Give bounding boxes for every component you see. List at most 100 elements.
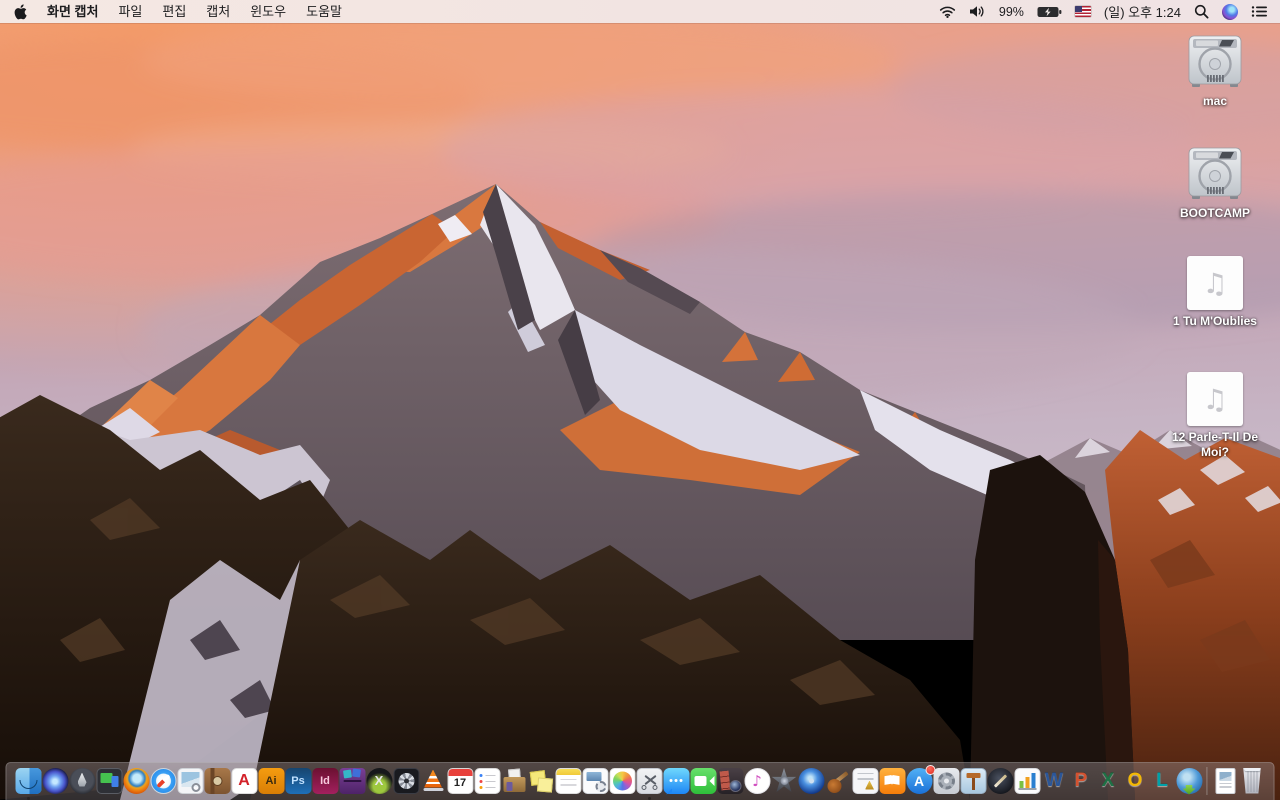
decor bbox=[212, 775, 222, 786]
dock-icon-photo-booth[interactable] bbox=[717, 767, 743, 794]
menu-app-name[interactable]: 화면 캡처 bbox=[37, 0, 108, 23]
dock-icon-archive-box[interactable] bbox=[501, 767, 527, 794]
decor bbox=[993, 773, 1007, 788]
dock-icon-outlook[interactable]: O bbox=[1122, 768, 1148, 794]
dock-icon-numbers[interactable] bbox=[1014, 767, 1040, 794]
dock-icon-globe-download[interactable] bbox=[1176, 767, 1202, 795]
decor: Ps bbox=[291, 774, 305, 787]
decor bbox=[1182, 784, 1196, 795]
dock-icon-illustrator[interactable]: Ai bbox=[258, 767, 284, 794]
decor bbox=[1251, 14, 1255, 17]
dock-icon-preview[interactable] bbox=[177, 767, 203, 794]
decor bbox=[1196, 40, 1218, 46]
dock-icon-script-doc[interactable] bbox=[582, 767, 608, 794]
desktop-icon-audio-2[interactable]: 12 Parle-T-Il De Moi? bbox=[1158, 372, 1272, 460]
decor bbox=[1243, 767, 1261, 794]
decor bbox=[506, 781, 512, 791]
dock-icon-disk-fan-utility[interactable] bbox=[393, 767, 419, 794]
notification-center-icon[interactable] bbox=[1251, 5, 1268, 18]
dock-icon-itunes[interactable]: ♪ bbox=[744, 767, 770, 794]
menu-file[interactable]: 파일 bbox=[108, 0, 152, 23]
menu-clock[interactable]: (일) 오후 1:24 bbox=[1104, 2, 1181, 21]
dock-icon-safari[interactable] bbox=[150, 767, 176, 794]
dock-icon-siri[interactable] bbox=[42, 767, 68, 794]
dock-icon-indesign[interactable]: Id bbox=[312, 767, 338, 794]
decor bbox=[339, 767, 365, 794]
dock-icon-calendar[interactable]: 17 bbox=[447, 767, 473, 794]
spotlight-search-icon[interactable] bbox=[1194, 4, 1209, 19]
dock-icon-acrobat-reader[interactable]: A bbox=[231, 767, 257, 794]
decor bbox=[690, 767, 716, 794]
keyboard-flag-us-icon[interactable] bbox=[1074, 6, 1091, 17]
decor bbox=[479, 773, 495, 777]
decor bbox=[780, 777, 788, 786]
dock-icon-reminders[interactable] bbox=[474, 767, 500, 794]
decor bbox=[1216, 75, 1218, 82]
apple-menu[interactable] bbox=[0, 3, 37, 20]
hard-drive-icon bbox=[1188, 35, 1242, 87]
decor bbox=[1251, 6, 1255, 9]
dock-icon-system-preferences[interactable] bbox=[933, 767, 959, 794]
dock-icon-lync[interactable]: L bbox=[1149, 768, 1175, 794]
menu-edit[interactable]: 편집 bbox=[152, 0, 196, 23]
decor bbox=[879, 767, 905, 794]
audio-file-icon bbox=[1187, 256, 1243, 310]
decor bbox=[1059, 9, 1062, 14]
dock-icon-garageband[interactable] bbox=[825, 768, 851, 794]
dock-icon-finder[interactable] bbox=[15, 767, 41, 800]
dock-icon-notes[interactable] bbox=[555, 767, 581, 794]
dock-icon-displays[interactable] bbox=[96, 767, 122, 794]
dock-icon-firefox[interactable] bbox=[123, 767, 149, 794]
volume-icon[interactable] bbox=[969, 5, 986, 18]
dock-icon-trash[interactable] bbox=[1239, 767, 1265, 794]
dock-icon-idvd[interactable] bbox=[798, 767, 824, 794]
decor bbox=[582, 767, 608, 794]
dock-icon-ibooks[interactable] bbox=[879, 767, 905, 794]
decor bbox=[609, 767, 635, 794]
decor bbox=[939, 6, 955, 11]
dock-icon-keynote[interactable] bbox=[960, 767, 986, 794]
dock-icon-facetime[interactable] bbox=[690, 767, 716, 794]
desktop-icon-audio-1[interactable]: 1 Tu M'Oublies bbox=[1158, 256, 1272, 329]
decor bbox=[612, 771, 632, 790]
menu-capture[interactable]: 캡처 bbox=[196, 0, 240, 23]
desktop-icon-label: BOOTCAMP bbox=[1180, 206, 1250, 220]
dock-icon-messages[interactable] bbox=[663, 767, 689, 795]
decor: 17 bbox=[453, 776, 467, 789]
desktop-icon-bootcamp[interactable]: BOOTCAMP bbox=[1158, 146, 1272, 221]
dock-icon-pages[interactable] bbox=[987, 767, 1013, 794]
decor bbox=[479, 785, 495, 789]
decor bbox=[1018, 788, 1036, 790]
dock-icon-photos[interactable] bbox=[609, 767, 635, 794]
wifi-icon[interactable] bbox=[939, 5, 956, 18]
menu-help[interactable]: 도움말 bbox=[296, 0, 352, 23]
dock-icon-grab[interactable] bbox=[636, 767, 662, 800]
decor bbox=[556, 768, 580, 775]
decor bbox=[479, 779, 495, 783]
dock-icon-app-store[interactable]: A bbox=[906, 764, 935, 794]
macos-desktop: 화면 캡처 파일 편집 캡처 윈도우 도움말 99% (일) 오후 1:24 m… bbox=[0, 0, 1280, 800]
battery-charging-icon[interactable] bbox=[1037, 6, 1062, 18]
dock-icon-stickies[interactable] bbox=[528, 768, 554, 794]
decor bbox=[978, 6, 984, 17]
dock-icon-journal[interactable] bbox=[204, 767, 230, 794]
dock-icon-launchpad[interactable] bbox=[69, 767, 95, 794]
dock-icon-word[interactable]: W bbox=[1041, 768, 1067, 794]
dock-icon-photoshop[interactable]: Ps bbox=[285, 767, 311, 794]
menu-window[interactable]: 윈도우 bbox=[240, 0, 296, 23]
decor bbox=[666, 788, 672, 795]
decor: 17 bbox=[447, 767, 473, 794]
dock-icon-excel[interactable]: X bbox=[1095, 768, 1121, 794]
desktop-icon-mac[interactable]: mac bbox=[1158, 34, 1272, 109]
dock-icon-x-viewer[interactable]: X bbox=[366, 767, 392, 794]
dock-icon-powerpoint[interactable]: P bbox=[1068, 768, 1094, 794]
audio-file-icon bbox=[1187, 372, 1243, 426]
dock-icon-toast[interactable] bbox=[339, 767, 365, 794]
dock-icon-document-file[interactable] bbox=[1212, 767, 1238, 794]
dock-icon-media-docs[interactable] bbox=[852, 767, 878, 794]
decor bbox=[501, 767, 527, 794]
decor bbox=[1213, 187, 1215, 194]
dock-icon-vlc[interactable] bbox=[420, 768, 446, 794]
dock-icon-imovie[interactable] bbox=[771, 768, 797, 794]
siri-icon[interactable] bbox=[1222, 3, 1238, 20]
